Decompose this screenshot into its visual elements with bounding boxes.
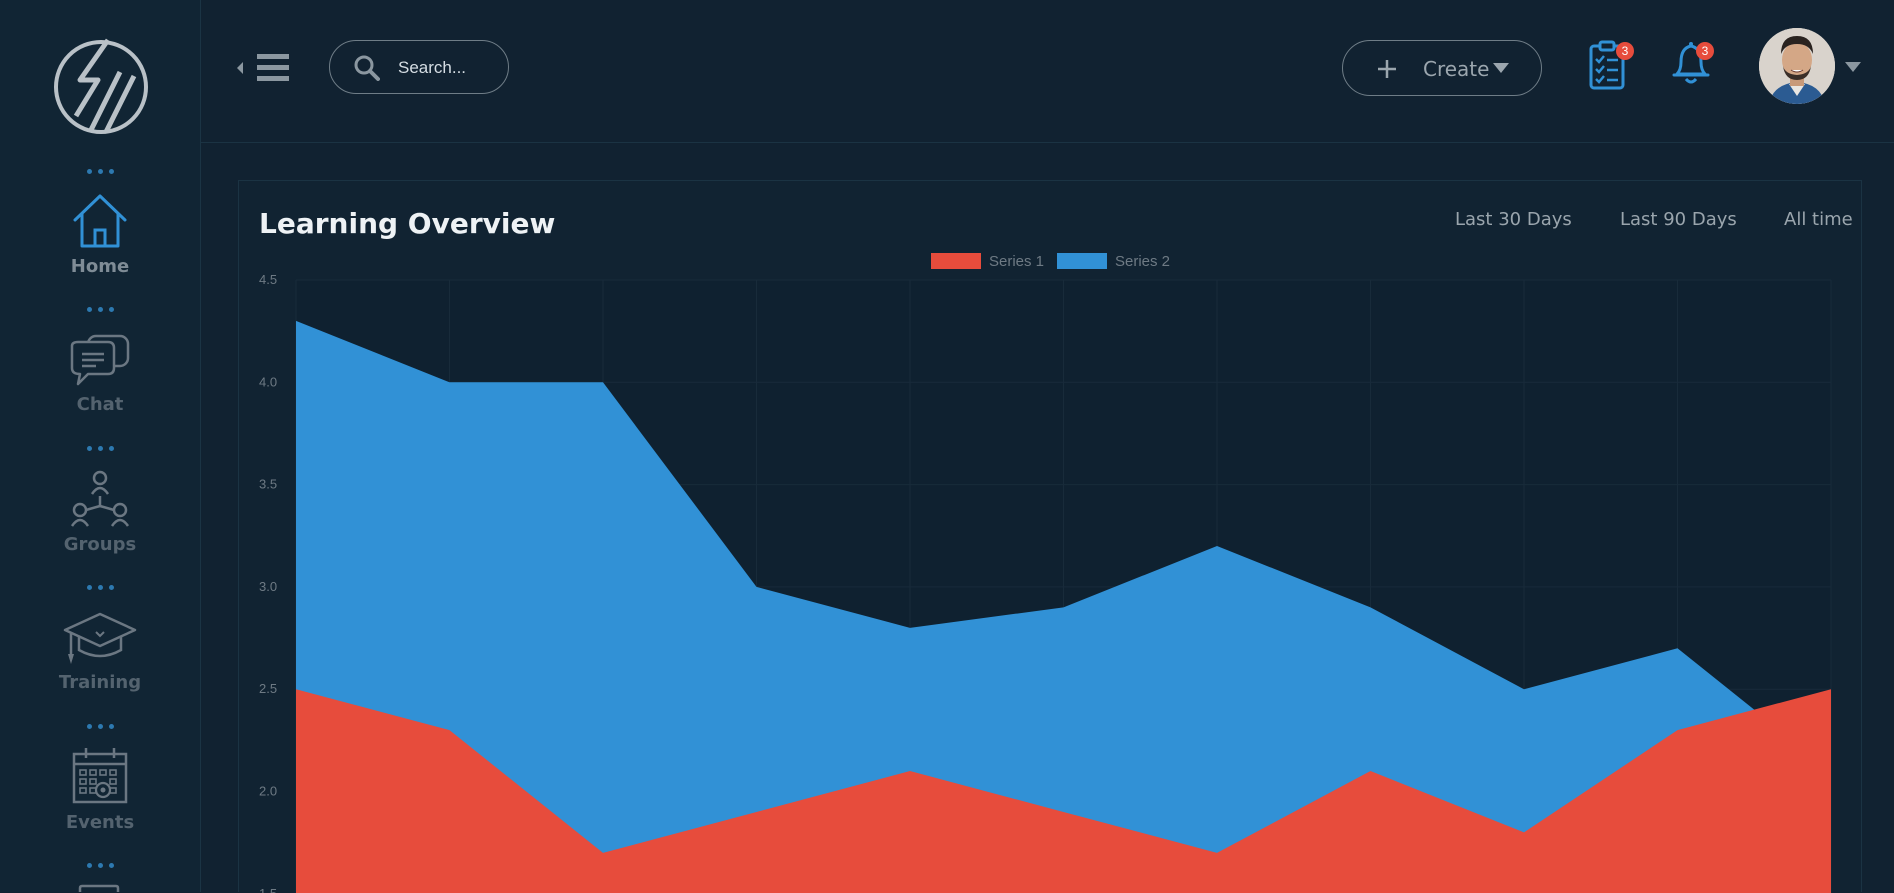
notifications-badge: 3	[1696, 42, 1714, 60]
plus-icon	[1378, 60, 1396, 78]
search-box[interactable]	[329, 40, 509, 94]
legend-label: Series 1	[989, 253, 1044, 270]
sidebar-item-events[interactable]: Events	[0, 746, 200, 833]
sidebar-item-home[interactable]: Home	[0, 192, 200, 277]
legend-swatch	[1057, 253, 1107, 269]
sidebar-item-label: Home	[70, 256, 130, 277]
sidebar-item-label: Training	[58, 672, 142, 693]
tasks-button[interactable]: 3	[1589, 40, 1635, 92]
sidebar-item-label: Groups	[63, 534, 137, 555]
separator-dots	[0, 304, 200, 312]
sidebar-item-label: Events	[65, 812, 135, 833]
y-tick-label: 3.5	[259, 477, 277, 492]
create-button[interactable]: Create	[1342, 40, 1542, 96]
groups-icon	[70, 470, 130, 527]
learning-overview-chart: 1.52.02.53.03.54.04.5Series 1Series 2	[259, 253, 1832, 893]
sidebar-item-chat[interactable]: Chat	[0, 334, 200, 415]
create-button-label: Create	[1423, 57, 1490, 81]
search-input[interactable]	[396, 53, 500, 83]
search-icon	[354, 55, 380, 81]
sidebar: Home Chat Groups Training Events	[0, 0, 201, 892]
avatar	[1759, 28, 1835, 104]
chevron-down-icon	[1493, 63, 1509, 73]
brand-logo	[54, 38, 148, 134]
separator-dots	[0, 582, 200, 590]
top-header: Create 3 3	[201, 0, 1894, 143]
next-nav-icon	[78, 884, 120, 892]
separator-dots	[0, 721, 200, 729]
y-tick-label: 4.5	[259, 272, 277, 287]
graduation-cap-icon	[63, 612, 137, 664]
tasks-badge: 3	[1616, 42, 1634, 60]
home-icon	[73, 194, 127, 248]
calendar-icon	[72, 748, 128, 804]
separator-dots	[0, 443, 200, 451]
y-tick-label: 2.0	[259, 784, 277, 799]
chat-icon	[70, 334, 130, 386]
sidebar-item-groups[interactable]: Groups	[0, 470, 200, 555]
chevron-down-icon	[1845, 62, 1861, 72]
user-menu[interactable]	[1759, 28, 1861, 108]
sidebar-item-training[interactable]: Training	[0, 610, 200, 693]
menu-toggle-icon[interactable]	[237, 52, 293, 84]
separator-dots	[0, 166, 200, 174]
separator-dots	[0, 860, 200, 868]
sidebar-item-label: Chat	[76, 394, 124, 415]
y-tick-label: 2.5	[259, 681, 277, 696]
notifications-button[interactable]: 3	[1671, 40, 1717, 92]
legend-swatch	[931, 253, 981, 269]
learning-overview-panel: Learning Overview Last 30 Days Last 90 D…	[238, 180, 1862, 893]
y-tick-label: 3.0	[259, 579, 277, 594]
y-tick-label: 4.0	[259, 374, 277, 389]
legend-label: Series 2	[1115, 253, 1170, 270]
